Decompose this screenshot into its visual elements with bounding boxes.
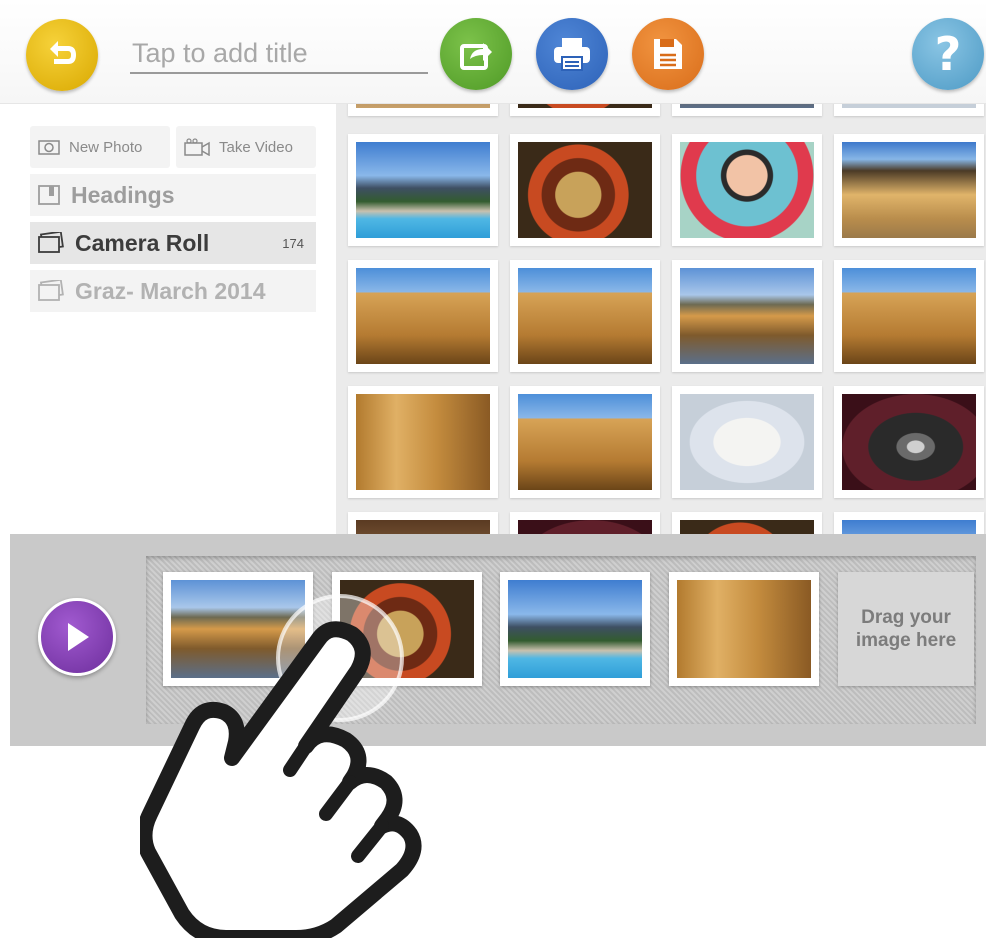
video-camera-icon xyxy=(184,138,210,156)
top-toolbar: ? xyxy=(0,0,986,104)
filmstrip-item[interactable] xyxy=(669,572,819,686)
photo-thumbnail[interactable] xyxy=(510,386,660,498)
new-photo-button[interactable]: New Photo xyxy=(30,126,170,168)
drop-zone[interactable]: Drag your image here xyxy=(838,572,974,686)
heading-icon xyxy=(38,185,60,205)
share-icon xyxy=(460,43,492,70)
photo-thumbnail[interactable] xyxy=(834,386,984,498)
photo-thumbnail[interactable] xyxy=(510,512,660,534)
photo-thumbnail[interactable] xyxy=(672,104,822,116)
sidebar: New Photo Take Video Headings Camera Rol… xyxy=(0,104,336,534)
photo-thumbnail[interactable] xyxy=(348,134,498,246)
sidebar-item-headings[interactable]: Headings xyxy=(30,174,316,216)
photo-thumbnail[interactable] xyxy=(348,260,498,372)
photo-count-badge: 174 xyxy=(282,235,304,251)
printer-icon xyxy=(554,38,590,71)
photo-thumbnail[interactable] xyxy=(510,134,660,246)
save-button[interactable] xyxy=(632,18,704,90)
take-video-label: Take Video xyxy=(219,138,293,156)
photo-thumbnail[interactable] xyxy=(834,134,984,246)
sidebar-item-label: Camera Roll xyxy=(75,229,210,256)
share-button[interactable] xyxy=(440,18,512,90)
new-photo-label: New Photo xyxy=(69,138,143,156)
photo-thumbnail[interactable] xyxy=(672,260,822,372)
photo-thumbnail[interactable] xyxy=(510,104,660,116)
take-video-button[interactable]: Take Video xyxy=(176,126,316,168)
print-button[interactable] xyxy=(536,18,608,90)
help-button[interactable]: ? xyxy=(912,18,984,90)
sidebar-item-label: Graz- March 2014 xyxy=(75,277,266,304)
photo-thumbnail[interactable] xyxy=(348,386,498,498)
play-icon xyxy=(68,623,89,651)
title-input[interactable] xyxy=(130,34,428,74)
drop-zone-label: Drag your image here xyxy=(855,607,957,651)
photo-thumbnail[interactable] xyxy=(834,260,984,372)
sidebar-item-graz[interactable]: Graz- March 2014 xyxy=(30,270,316,312)
back-button[interactable] xyxy=(26,19,98,91)
help-icon: ? xyxy=(934,27,962,81)
album-icon xyxy=(38,232,64,253)
sidebar-item-camera-roll[interactable]: Camera Roll 174 xyxy=(30,222,316,264)
photo-thumbnail[interactable] xyxy=(672,134,822,246)
photo-thumbnail[interactable] xyxy=(672,512,822,534)
back-arrow-icon xyxy=(50,41,76,64)
photo-thumbnail[interactable] xyxy=(348,512,498,534)
photo-thumbnail[interactable] xyxy=(348,104,498,116)
photo-grid xyxy=(336,104,986,534)
sidebar-item-label: Headings xyxy=(71,181,175,208)
hand-pointer-icon xyxy=(140,594,422,938)
save-icon xyxy=(654,39,682,69)
photo-thumbnail[interactable] xyxy=(672,386,822,498)
album-icon xyxy=(38,280,64,301)
camera-icon xyxy=(38,140,60,155)
photo-thumbnail[interactable] xyxy=(510,260,660,372)
play-button[interactable] xyxy=(38,598,116,676)
filmstrip-item[interactable] xyxy=(500,572,650,686)
photo-thumbnail[interactable] xyxy=(834,104,984,116)
photo-thumbnail[interactable] xyxy=(834,512,984,534)
